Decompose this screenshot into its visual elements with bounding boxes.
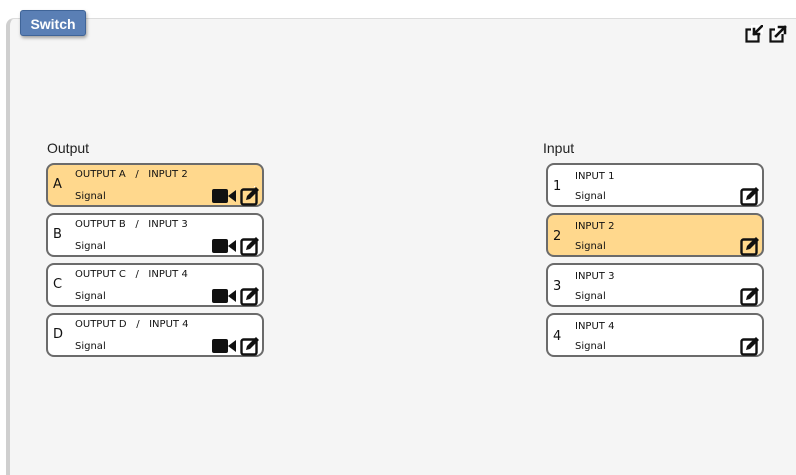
separator: / <box>135 169 139 180</box>
switch-tab[interactable]: Switch <box>20 10 86 36</box>
input-name: INPUT 2 <box>575 221 615 232</box>
edit-icon[interactable] <box>740 186 760 206</box>
output-letter: A <box>53 177 62 192</box>
signal-label: Signal <box>75 191 106 202</box>
export-icon[interactable] <box>769 25 787 43</box>
output-letter: B <box>53 227 62 242</box>
signal-label: Signal <box>575 241 606 252</box>
output-card-b[interactable]: B OUTPUT B / INPUT 3 Signal <box>46 213 264 257</box>
input-name: INPUT 3 <box>575 271 615 282</box>
output-letter: C <box>53 277 63 292</box>
video-camera-icon[interactable] <box>212 238 236 254</box>
edit-icon[interactable] <box>240 286 260 306</box>
top-strip <box>0 0 796 8</box>
input-number: 2 <box>553 229 562 244</box>
output-letter: D <box>53 327 64 342</box>
input-name: INPUT 4 <box>575 321 615 332</box>
output-title: Output <box>47 140 90 156</box>
signal-label: Signal <box>75 291 106 302</box>
input-number: 3 <box>553 279 562 294</box>
signal-label: Signal <box>575 291 606 302</box>
video-camera-icon[interactable] <box>212 188 236 204</box>
separator: / <box>135 269 139 280</box>
separator: / <box>136 319 140 330</box>
signal-label: Signal <box>575 191 606 202</box>
output-name: OUTPUT D <box>75 319 127 330</box>
video-camera-icon[interactable] <box>212 288 236 304</box>
edit-icon[interactable] <box>240 186 260 206</box>
output-card-a[interactable]: A OUTPUT A / INPUT 2 Signal <box>46 163 264 207</box>
edit-icon[interactable] <box>240 336 260 356</box>
output-name: OUTPUT A <box>75 169 126 180</box>
edit-icon[interactable] <box>240 236 260 256</box>
routed-input: INPUT 4 <box>149 319 189 330</box>
import-icon[interactable] <box>745 25 763 43</box>
input-card-3[interactable]: 3 INPUT 3 Signal <box>546 263 764 307</box>
output-name: OUTPUT B <box>75 219 126 230</box>
routed-input: INPUT 4 <box>148 269 188 280</box>
output-routing: OUTPUT D / INPUT 4 <box>75 319 189 330</box>
input-name: INPUT 1 <box>575 171 615 182</box>
output-routing: OUTPUT A / INPUT 2 <box>75 169 188 180</box>
input-number: 4 <box>553 329 562 344</box>
output-card-d[interactable]: D OUTPUT D / INPUT 4 Signal <box>46 313 264 357</box>
input-title: Input <box>543 140 575 156</box>
edit-icon[interactable] <box>740 286 760 306</box>
video-camera-icon[interactable] <box>212 338 236 354</box>
output-routing: OUTPUT B / INPUT 3 <box>75 219 188 230</box>
input-card-4[interactable]: 4 INPUT 4 Signal <box>546 313 764 357</box>
input-card-1[interactable]: 1 INPUT 1 Signal <box>546 163 764 207</box>
signal-label: Signal <box>75 341 106 352</box>
output-routing: OUTPUT C / INPUT 4 <box>75 269 188 280</box>
separator: / <box>135 219 139 230</box>
panel-toolbar <box>745 25 791 43</box>
signal-label: Signal <box>575 341 606 352</box>
input-number: 1 <box>553 179 562 194</box>
edit-icon[interactable] <box>740 336 760 356</box>
output-name: OUTPUT C <box>75 269 126 280</box>
edit-icon[interactable] <box>740 236 760 256</box>
routed-input: INPUT 3 <box>148 219 188 230</box>
routed-input: INPUT 2 <box>148 169 188 180</box>
output-card-c[interactable]: C OUTPUT C / INPUT 4 Signal <box>46 263 264 307</box>
signal-label: Signal <box>75 241 106 252</box>
input-card-2[interactable]: 2 INPUT 2 Signal <box>546 213 764 257</box>
